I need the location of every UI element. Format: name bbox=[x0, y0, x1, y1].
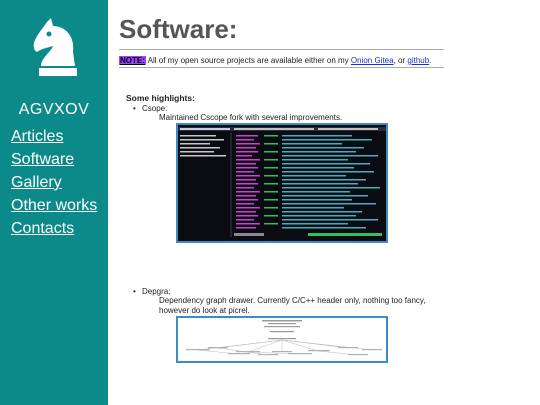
note-text-middle: , or bbox=[393, 56, 408, 65]
divider bbox=[119, 49, 444, 50]
page-title: Software: bbox=[119, 14, 238, 44]
csope-screenshot[interactable] bbox=[176, 123, 388, 243]
sidebar: AGVXOV Articles Software Gallery Other w… bbox=[0, 0, 108, 405]
depgra-description-line2: however do look at picrel. bbox=[159, 306, 250, 315]
note-text-end: . bbox=[429, 56, 432, 65]
note-text: All of my open source projects are avail… bbox=[145, 56, 351, 65]
site-name: AGVXOV bbox=[18, 101, 90, 118]
nav-gallery-link[interactable]: Gallery bbox=[11, 171, 97, 194]
depgra-item-name: Depgra: bbox=[133, 287, 171, 296]
nav-other-works-link[interactable]: Other works bbox=[11, 194, 97, 217]
main-nav: Articles Software Gallery Other works Co… bbox=[11, 125, 97, 240]
csope-description: Maintained Cscope fork with several impr… bbox=[159, 113, 343, 122]
note-line: NOTE: All of my open source projects are… bbox=[119, 56, 431, 65]
nav-contacts-link[interactable]: Contacts bbox=[11, 217, 97, 240]
csope-item-name: Csope: bbox=[133, 104, 167, 113]
nav-software-link[interactable]: Software bbox=[11, 148, 97, 171]
chess-knight-icon[interactable] bbox=[31, 18, 79, 78]
depgra-description-line1: Dependency graph drawer. Currently C/C++… bbox=[159, 296, 426, 305]
main-content: Software: NOTE: All of my open source pr… bbox=[119, 0, 540, 405]
onion-gitea-link[interactable]: Onion Gitea bbox=[351, 56, 394, 65]
highlights-heading: Some highlights: bbox=[126, 93, 195, 103]
github-link[interactable]: github bbox=[407, 56, 429, 65]
divider bbox=[119, 67, 444, 68]
depgra-screenshot[interactable] bbox=[176, 316, 388, 363]
nav-articles-link[interactable]: Articles bbox=[11, 125, 97, 148]
note-badge: NOTE: bbox=[119, 56, 146, 65]
